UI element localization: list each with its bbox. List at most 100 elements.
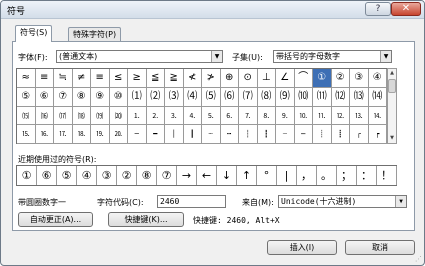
- symbol-cell[interactable]: ≥: [128, 69, 147, 88]
- symbol-cell[interactable]: ≠: [72, 69, 91, 88]
- symbol-cell[interactable]: ⒏: [257, 106, 276, 126]
- symbol-cell[interactable]: ⒅: [72, 106, 91, 126]
- recent-symbol-cell[interactable]: ↑: [237, 166, 257, 185]
- symbol-cell[interactable]: ⑤: [17, 87, 36, 107]
- symbol-cell[interactable]: ⑹: [220, 87, 239, 107]
- symbol-cell[interactable]: ⑩: [109, 87, 128, 107]
- symbol-cell[interactable]: ⒑: [294, 106, 313, 126]
- symbol-cell[interactable]: ≮: [183, 69, 202, 88]
- recent-symbol-cell[interactable]: ；: [337, 166, 357, 185]
- symbol-cell[interactable]: ≦: [146, 69, 165, 88]
- symbol-cell[interactable]: ⒐: [276, 106, 295, 126]
- symbol-cell[interactable]: ⒆: [91, 106, 110, 126]
- symbol-cell[interactable]: ④: [368, 69, 387, 88]
- recent-symbol-cell[interactable]: ⑦: [157, 166, 177, 185]
- symbol-cell[interactable]: ⒎: [239, 106, 258, 126]
- symbol-cell[interactable]: ⑼: [276, 87, 295, 107]
- symbol-cell[interactable]: ⒗: [35, 125, 54, 144]
- symbol-cell[interactable]: ⒋: [183, 106, 202, 126]
- scroll-up-icon[interactable]: ▲: [388, 69, 396, 78]
- recent-symbol-cell[interactable]: ⑥: [37, 166, 57, 185]
- recent-symbol-cell[interactable]: ！: [377, 166, 397, 185]
- symbol-cell[interactable]: ⑶: [165, 87, 184, 107]
- symbol-cell[interactable]: ⑿: [331, 87, 350, 107]
- symbol-cell[interactable]: ⒕: [368, 106, 387, 126]
- recent-symbol-cell[interactable]: ⑧: [137, 166, 157, 185]
- symbol-cell[interactable]: ⒉: [146, 106, 165, 126]
- symbol-cell[interactable]: ⒌: [202, 106, 221, 126]
- symbol-cell[interactable]: ⑧: [72, 87, 91, 107]
- symbol-cell[interactable]: ≡: [35, 69, 54, 88]
- grid-scrollbar[interactable]: ▲ ▼: [387, 68, 397, 144]
- symbol-cell[interactable]: ⑴: [128, 87, 147, 107]
- symbol-cell[interactable]: ┆: [239, 125, 258, 144]
- symbol-cell[interactable]: ⌒: [294, 69, 313, 88]
- symbol-cell[interactable]: ⒛: [109, 125, 128, 144]
- symbol-cell[interactable]: ⑸: [202, 87, 221, 107]
- recent-symbol-cell[interactable]: ②: [117, 166, 137, 185]
- symbol-cell[interactable]: ⒀: [350, 87, 369, 107]
- recent-symbol-cell[interactable]: ：: [357, 166, 377, 185]
- symbol-cell[interactable]: ┃: [183, 125, 202, 144]
- symbol-cell[interactable]: ⒂: [17, 106, 36, 126]
- symbol-cell[interactable]: ⑥: [35, 87, 54, 107]
- symbol-cell[interactable]: ⒖: [17, 125, 36, 144]
- symbol-cell[interactable]: ┍: [368, 125, 387, 144]
- recent-symbol-cell[interactable]: ↓: [217, 166, 237, 185]
- symbol-cell[interactable]: ⒚: [91, 125, 110, 144]
- symbol-cell[interactable]: ⒃: [35, 106, 54, 126]
- symbol-cell[interactable]: ⒇: [109, 106, 128, 126]
- symbol-cell[interactable]: ⑨: [91, 87, 110, 107]
- recent-symbol-cell[interactable]: ④: [77, 166, 97, 185]
- symbol-cell[interactable]: ∠: [276, 69, 295, 88]
- symbol-cell[interactable]: ⒈: [128, 106, 147, 126]
- help-button[interactable]: ?: [365, 2, 391, 16]
- close-button[interactable]: ✕: [391, 2, 421, 16]
- symbol-cell[interactable]: ⑺: [239, 87, 258, 107]
- recent-symbol-cell[interactable]: 。: [317, 166, 337, 185]
- symbol-cell[interactable]: ┌: [350, 125, 369, 144]
- from-select[interactable]: Unicode(十六进制) ▼: [278, 195, 407, 208]
- char-code-input[interactable]: 2460: [157, 195, 226, 208]
- recent-symbol-cell[interactable]: ①: [17, 166, 37, 185]
- recent-symbol-cell[interactable]: °: [257, 166, 277, 185]
- recent-symbol-cell[interactable]: →: [177, 166, 197, 185]
- recent-symbol-cell[interactable]: ，: [297, 166, 317, 185]
- symbol-cell[interactable]: ≯: [202, 69, 221, 88]
- symbol-cell[interactable]: ≈: [17, 69, 36, 88]
- recent-symbol-cell[interactable]: |: [277, 166, 297, 185]
- symbol-cell[interactable]: ⑦: [54, 87, 73, 107]
- symbol-cell[interactable]: ━: [146, 125, 165, 144]
- font-select[interactable]: (普通文本) ▼: [56, 50, 223, 63]
- symbol-cell[interactable]: ⒊: [165, 106, 184, 126]
- symbol-cell[interactable]: ┇: [257, 125, 276, 144]
- recent-symbol-cell[interactable]: ③: [97, 166, 117, 185]
- symbol-cell[interactable]: ③: [350, 69, 369, 88]
- symbol-cell[interactable]: ┅: [220, 125, 239, 144]
- symbol-cell[interactable]: ⒘: [54, 125, 73, 144]
- symbol-cell[interactable]: ⒙: [72, 125, 91, 144]
- shortcut-key-button[interactable]: 快捷键(K)...: [108, 212, 184, 227]
- symbol-cell[interactable]: ─: [128, 125, 147, 144]
- tab-special-characters[interactable]: 特殊字符(P): [68, 27, 122, 42]
- scroll-thumb[interactable]: [388, 79, 396, 93]
- symbol-cell[interactable]: ⑽: [294, 87, 313, 107]
- symbol-cell[interactable]: ≧: [165, 69, 184, 88]
- symbol-cell[interactable]: ┉: [294, 125, 313, 144]
- symbol-cell[interactable]: │: [165, 125, 184, 144]
- symbol-cell[interactable]: ≒: [54, 69, 73, 88]
- symbol-cell[interactable]: ⑵: [146, 87, 165, 107]
- scroll-down-icon[interactable]: ▼: [388, 134, 396, 143]
- symbol-cell[interactable]: ⒔: [350, 106, 369, 126]
- symbol-cell[interactable]: ⑻: [257, 87, 276, 107]
- resize-grip-icon[interactable]: ⋰: [415, 255, 422, 263]
- symbol-cell[interactable]: ⒍: [220, 106, 239, 126]
- symbol-cell[interactable]: ⑾: [313, 87, 332, 107]
- autocorrect-button[interactable]: 自动更正(A)...: [18, 212, 93, 227]
- symbol-cell[interactable]: ②: [331, 69, 350, 88]
- symbol-cell[interactable]: ≡: [91, 69, 110, 88]
- symbol-cell[interactable]: ⒄: [54, 106, 73, 126]
- symbol-cell[interactable]: ⒁: [368, 87, 387, 107]
- symbol-cell[interactable]: ⒓: [331, 106, 350, 126]
- symbol-cell[interactable]: ⊥: [257, 69, 276, 88]
